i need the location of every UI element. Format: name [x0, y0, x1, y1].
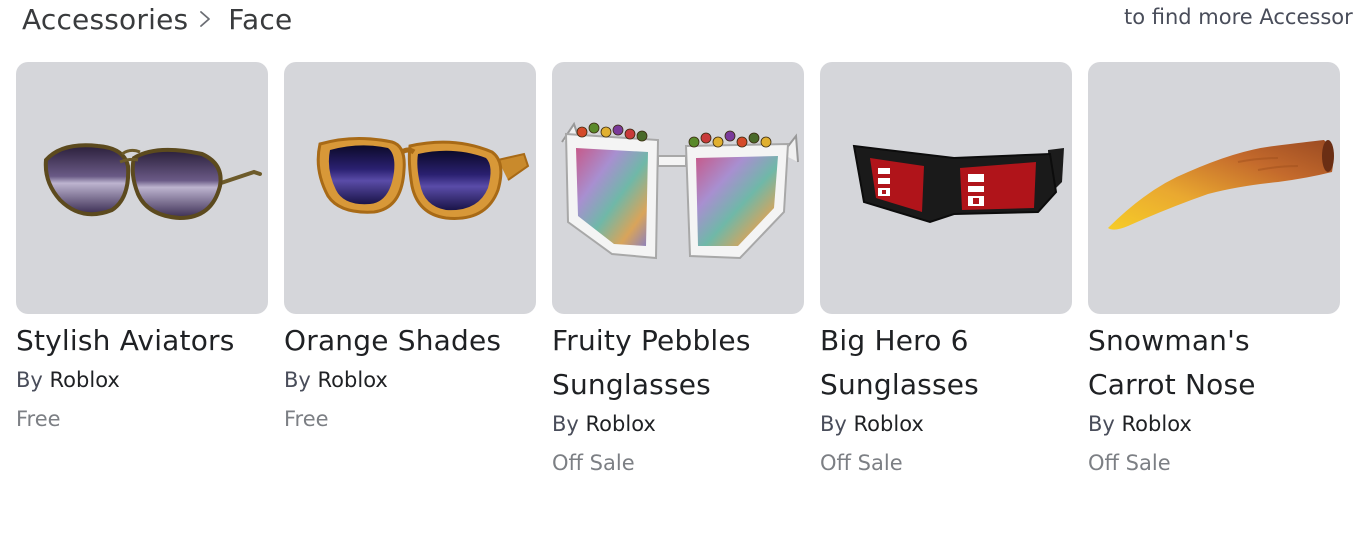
creator-prefix: By: [16, 368, 43, 392]
more-accessories-hint: to find more Accessor: [1124, 5, 1353, 29]
item-thumbnail[interactable]: [284, 62, 536, 314]
breadcrumb-accessories-link[interactable]: Accessories: [22, 3, 188, 36]
creator-link[interactable]: Roblox: [586, 412, 656, 436]
item-card[interactable]: Big Hero 6 Sunglasses By Roblox Off Sale: [820, 62, 1072, 478]
item-price: Free: [284, 407, 329, 431]
creator-link[interactable]: Roblox: [854, 412, 924, 436]
item-name[interactable]: Snowman's Carrot Nose: [1088, 319, 1340, 407]
item-card[interactable]: Fruity Pebbles Sunglasses By Roblox Off …: [552, 62, 804, 478]
creator-link[interactable]: Roblox: [50, 368, 120, 392]
item-name[interactable]: Big Hero 6 Sunglasses: [820, 319, 1072, 407]
carrot-nose-icon: [1108, 140, 1334, 230]
item-card[interactable]: Stylish Aviators By Roblox Free: [16, 62, 268, 434]
orange-shades-icon: [316, 136, 530, 220]
item-thumbnail[interactable]: [1088, 62, 1340, 314]
item-price: Off Sale: [552, 451, 635, 475]
chevron-right-icon: [198, 7, 216, 31]
item-creator: By Roblox: [820, 409, 1072, 439]
creator-prefix: By: [284, 368, 311, 392]
item-creator: By Roblox: [16, 365, 268, 395]
fruity-pebbles-glasses-icon: [561, 121, 799, 260]
big-hero-6-glasses-icon: [852, 144, 1064, 224]
creator-link[interactable]: Roblox: [318, 368, 388, 392]
creator-prefix: By: [552, 412, 579, 436]
item-name[interactable]: Orange Shades: [284, 319, 536, 363]
item-name[interactable]: Stylish Aviators: [16, 319, 268, 363]
item-name[interactable]: Fruity Pebbles Sunglasses: [552, 319, 804, 407]
item-creator: By Roblox: [284, 365, 536, 395]
creator-prefix: By: [820, 412, 847, 436]
item-price: Off Sale: [1088, 451, 1171, 475]
creator-link[interactable]: Roblox: [1122, 412, 1192, 436]
item-thumbnail[interactable]: [820, 62, 1072, 314]
item-price: Free: [16, 407, 61, 431]
item-price: Off Sale: [820, 451, 903, 475]
item-creator: By Roblox: [552, 409, 804, 439]
item-card[interactable]: Snowman's Carrot Nose By Roblox Off Sale: [1088, 62, 1340, 478]
item-card[interactable]: Orange Shades By Roblox Free: [284, 62, 536, 434]
breadcrumb-current: Face: [228, 2, 293, 36]
aviator-sunglasses-icon: [43, 143, 262, 221]
creator-prefix: By: [1088, 412, 1115, 436]
item-thumbnail[interactable]: [16, 62, 268, 314]
breadcrumb: Accessories Face: [22, 0, 292, 38]
item-creator: By Roblox: [1088, 409, 1340, 439]
item-thumbnail[interactable]: [552, 62, 804, 314]
